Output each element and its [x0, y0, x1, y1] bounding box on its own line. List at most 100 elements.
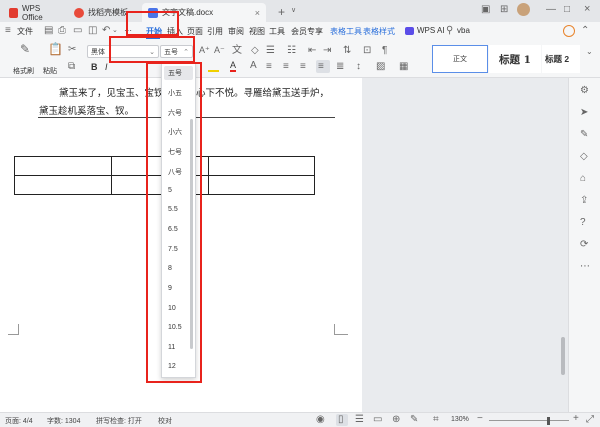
- tab-tools[interactable]: 工具: [269, 26, 285, 37]
- status-bar: 页面: 4/4 字数: 1304 拼写检查: 打开 校对 ◉ ▯ ☰ ▭ ⊕ ✎…: [0, 412, 600, 427]
- scrollbar-thumb[interactable]: [561, 337, 565, 375]
- diamond-icon[interactable]: ◇: [580, 152, 588, 162]
- hamburger-icon[interactable]: ≡: [5, 26, 11, 36]
- italic-button[interactable]: I: [105, 62, 108, 72]
- decrease-indent-icon[interactable]: ⇤: [308, 46, 316, 56]
- shrink-font-icon[interactable]: A⁻: [214, 46, 225, 55]
- print-icon[interactable]: ▭: [73, 26, 82, 36]
- tab-view[interactable]: 视图: [249, 26, 265, 37]
- format-painter-label[interactable]: 格式刷: [13, 66, 34, 76]
- align-right-icon[interactable]: ≡: [300, 62, 306, 72]
- zoom-slider[interactable]: [489, 420, 569, 421]
- save-icon[interactable]: ▤: [44, 26, 53, 36]
- paste-icon[interactable]: 📋: [48, 43, 63, 55]
- search-text[interactable]: vba: [457, 26, 470, 35]
- grow-font-icon[interactable]: A⁺: [199, 46, 210, 55]
- align-center-icon[interactable]: ≡: [283, 62, 289, 72]
- paragraph-line-2: 黛玉趁机奚落宝、钗。: [39, 106, 135, 117]
- template-icon: [74, 7, 84, 18]
- eye-icon[interactable]: ◉: [316, 415, 325, 425]
- undo-chevron-icon[interactable]: ⌄: [112, 27, 118, 34]
- collapse-ribbon-icon[interactable]: ⌃: [581, 26, 589, 36]
- show-marks-icon[interactable]: ¶: [382, 46, 387, 56]
- tab-review[interactable]: 审阅: [228, 26, 244, 37]
- sort-icon[interactable]: ⇅: [343, 46, 351, 56]
- help-icon[interactable]: ?: [580, 218, 586, 228]
- bullet-list-icon[interactable]: ☰: [266, 46, 275, 56]
- fullscreen-icon[interactable]: ⤢: [586, 415, 594, 425]
- font-color-icon[interactable]: A: [230, 60, 237, 72]
- number-list-icon[interactable]: ☷: [287, 46, 296, 56]
- tab-list-chevron-icon[interactable]: ∨: [291, 7, 296, 14]
- font-name-value: 黑体: [91, 48, 105, 56]
- borders-icon[interactable]: ▦: [399, 62, 408, 72]
- format-painter-icon[interactable]: ✎: [20, 43, 30, 55]
- zoom-slider-thumb[interactable]: [547, 417, 550, 425]
- minimize-icon[interactable]: —: [546, 5, 556, 15]
- tab-member[interactable]: 会员专享: [291, 26, 323, 37]
- share-icon[interactable]: ⇪: [580, 196, 588, 206]
- word-count[interactable]: 字数: 1304: [47, 416, 80, 426]
- proofread[interactable]: 校对: [158, 416, 172, 426]
- maximize-icon[interactable]: □: [564, 5, 570, 15]
- more-dots-icon[interactable]: ⋯: [580, 262, 590, 272]
- annotation-box-dropdown: [146, 62, 202, 383]
- page-corner-mark: [8, 324, 19, 335]
- cloud-sync-icon[interactable]: [563, 25, 575, 37]
- window-tile-icon[interactable]: ▣: [481, 5, 490, 15]
- increase-indent-icon[interactable]: ⇥: [323, 46, 331, 56]
- wps-ai-button[interactable]: WPS AI: [417, 26, 445, 35]
- zoom-out-icon[interactable]: −: [477, 414, 483, 424]
- tab-table-tools[interactable]: 表格工具: [330, 26, 362, 37]
- wps-ai-icon: [405, 27, 414, 35]
- web-view-icon[interactable]: ⊕: [392, 415, 400, 425]
- page-indicator[interactable]: 页面: 4/4: [5, 416, 33, 426]
- highlight-icon[interactable]: [208, 61, 219, 72]
- chinese-layout-icon[interactable]: ⊡: [363, 46, 371, 56]
- copy-icon[interactable]: ⧉: [68, 62, 75, 72]
- pen-mode-icon[interactable]: ✎: [410, 415, 418, 425]
- style-heading-2[interactable]: 标题 2: [542, 45, 580, 73]
- new-tab-button[interactable]: +: [278, 6, 285, 18]
- tag-icon[interactable]: ⌂: [580, 174, 586, 184]
- distributed-icon[interactable]: ≣: [336, 62, 344, 72]
- fit-page-icon[interactable]: ⌗: [433, 415, 439, 425]
- reading-view-icon[interactable]: ▭: [373, 415, 382, 425]
- justify-icon: ≡: [318, 61, 324, 72]
- char-border-icon[interactable]: A: [250, 61, 257, 71]
- export-icon[interactable]: ⎙: [58, 26, 66, 36]
- tab-label: 找稻壳模板: [88, 8, 128, 17]
- undo-icon[interactable]: ↶: [102, 26, 110, 36]
- style-heading-1[interactable]: 标题 1: [489, 45, 541, 73]
- bold-button[interactable]: B: [91, 62, 98, 72]
- sliders-icon[interactable]: ⚙: [580, 86, 589, 96]
- annotation-box-font-size: [109, 36, 195, 63]
- close-tab-icon[interactable]: ×: [255, 8, 260, 18]
- tab-reference[interactable]: 引用: [207, 26, 223, 37]
- select-cursor-icon[interactable]: ➤: [580, 108, 588, 118]
- align-left-icon[interactable]: ≡: [266, 62, 272, 72]
- paste-label[interactable]: 粘贴: [43, 66, 57, 76]
- tab-wps-office[interactable]: WPS Office: [3, 3, 65, 22]
- close-window-icon[interactable]: ×: [584, 4, 590, 15]
- search-icon[interactable]: ⚲: [446, 26, 453, 36]
- outline-view-icon[interactable]: ☰: [355, 415, 364, 425]
- shading-icon[interactable]: ▨: [376, 62, 385, 72]
- apps-grid-icon[interactable]: ⊞: [500, 5, 508, 15]
- clear-format-icon[interactable]: ◇: [251, 46, 259, 56]
- pen-icon[interactable]: ✎: [580, 130, 588, 140]
- phonetic-icon[interactable]: 文: [232, 46, 242, 56]
- style-normal[interactable]: 正文: [432, 45, 488, 73]
- title-bar: WPS Office 找稻壳模板 文字文稿.docx × + ∨ ▣ ⊞ — □…: [0, 0, 600, 22]
- preview-icon[interactable]: ◫: [88, 26, 97, 36]
- menu-file[interactable]: 文件: [17, 26, 33, 37]
- loop-icon[interactable]: ⟳: [580, 240, 588, 250]
- styles-more-icon[interactable]: ⌄: [586, 48, 593, 56]
- zoom-level[interactable]: 130%: [451, 416, 469, 423]
- line-spacing-icon[interactable]: ↕: [356, 62, 361, 72]
- tab-table-style[interactable]: 表格样式: [363, 26, 395, 37]
- spell-check[interactable]: 拼写检查: 打开: [96, 416, 142, 426]
- avatar[interactable]: [517, 3, 530, 16]
- zoom-in-icon[interactable]: +: [573, 414, 579, 424]
- cut-icon[interactable]: ✂: [68, 45, 76, 55]
